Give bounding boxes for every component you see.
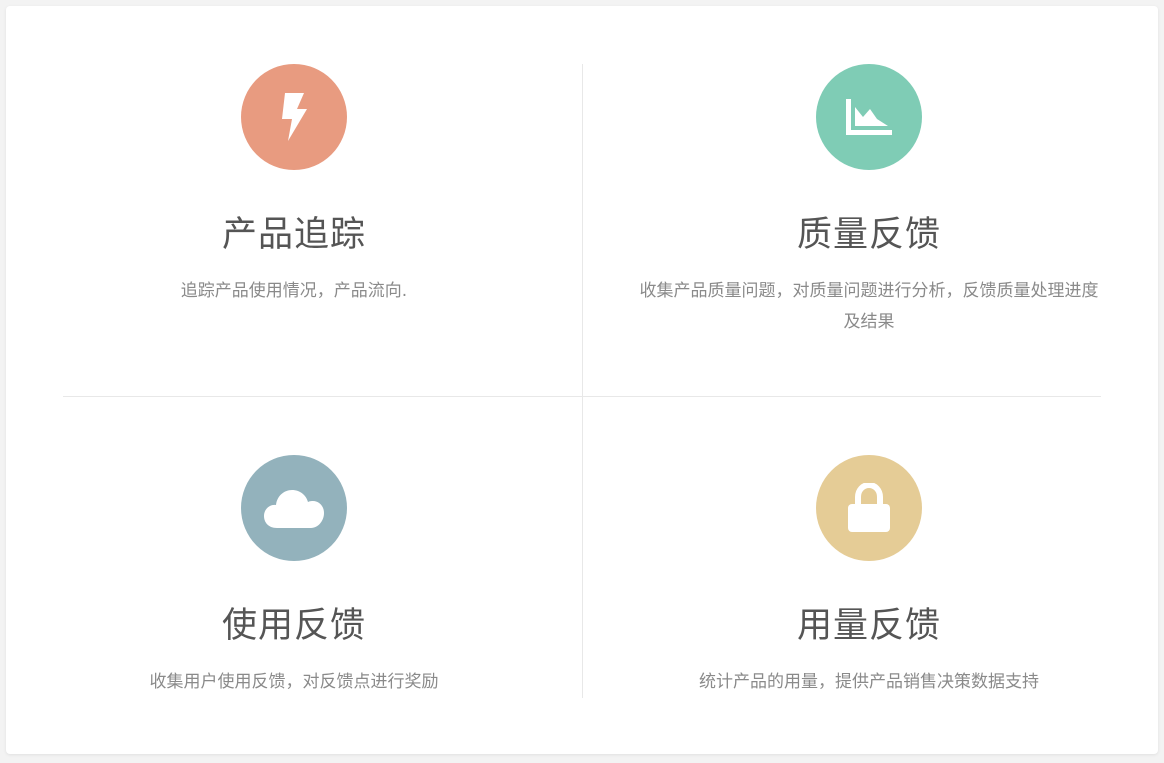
feature-usage-feedback: 使用反馈 收集用户使用反馈，对反馈点进行奖励 (63, 455, 525, 698)
lightning-icon (282, 93, 307, 141)
horizontal-divider (63, 396, 1101, 397)
feature-description: 收集用户使用反馈，对反馈点进行奖励 (149, 672, 439, 692)
feature-quality-feedback: 质量反馈 收集产品质量问题，对质量问题进行分析，反馈质量处理进度及结果 (637, 64, 1101, 338)
feature-description: 统计产品的用量，提供产品销售决策数据支持 (699, 672, 1039, 692)
lock-icon (848, 483, 890, 532)
feature-consumption-feedback: 用量反馈 统计产品的用量，提供产品销售决策数据支持 (637, 455, 1101, 698)
features-card: 产品追踪 追踪产品使用情况，产品流向. 质量反馈 收集产品质量问题，对质量问题进… (6, 6, 1158, 754)
feature-title: 用量反馈 (796, 606, 941, 646)
area-chart-icon (846, 99, 892, 135)
feature-icon-circle (241, 455, 347, 561)
feature-icon-circle (816, 455, 922, 561)
feature-title: 使用反馈 (221, 606, 366, 646)
feature-title: 产品追踪 (221, 215, 366, 255)
feature-icon-circle (816, 64, 922, 170)
feature-description: 收集产品质量问题，对质量问题进行分析，反馈质量处理进度及结果 (639, 281, 1099, 332)
feature-description: 追踪产品使用情况，产品流向. (180, 281, 408, 301)
feature-icon-circle (241, 64, 347, 170)
feature-title: 质量反馈 (796, 215, 941, 255)
feature-product-tracking: 产品追踪 追踪产品使用情况，产品流向. (63, 64, 525, 307)
cloud-icon (264, 490, 324, 528)
vertical-divider (582, 64, 583, 698)
